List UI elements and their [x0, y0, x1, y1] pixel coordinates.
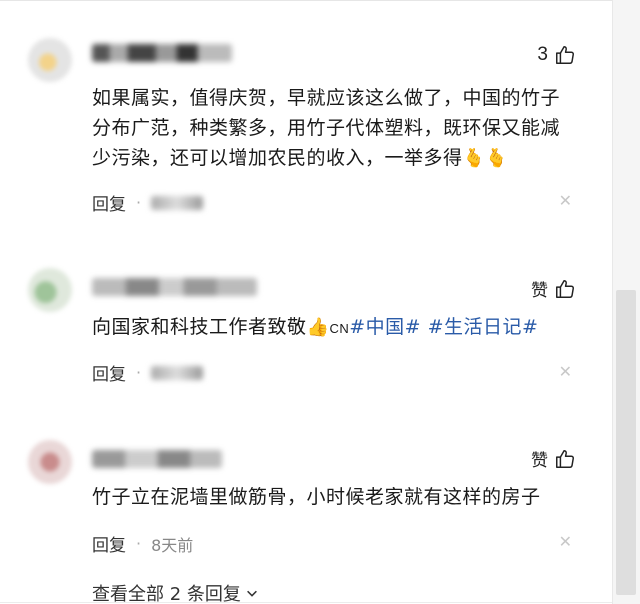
- reply-button[interactable]: 回复: [92, 360, 126, 385]
- comment-meta: 回复 · 8天前: [92, 531, 193, 556]
- top-divider: [0, 0, 640, 1]
- like-label: 赞: [531, 451, 548, 471]
- heart-hands-emoji: 🫰🫰: [462, 148, 509, 169]
- comment-text-body: 向国家和科技工作者致敬: [92, 316, 307, 338]
- avatar[interactable]: [28, 440, 72, 484]
- like-label: 赞: [531, 281, 548, 301]
- close-icon[interactable]: ✕: [559, 191, 572, 210]
- separator-dot: ·: [136, 534, 142, 553]
- thumbs-up-icon: [556, 449, 574, 468]
- comment-text: 如果属实，值得庆贺，早就应该这么做了，中国的竹子分布广范，种类繁多，用竹子代体塑…: [92, 83, 572, 174]
- close-icon[interactable]: ✕: [559, 362, 572, 381]
- hashtag-link[interactable]: #中国#: [349, 316, 421, 338]
- like-button[interactable]: 赞: [531, 446, 576, 471]
- avatar[interactable]: [28, 38, 72, 82]
- comment-item: 3 如果属实，值得庆贺，早就应该这么做了，中国的竹子分布广范，种类繁多，用竹子代…: [0, 30, 612, 230]
- hashtag-link[interactable]: #生活日记#: [428, 316, 539, 338]
- comment-item: 赞 向国家和科技工作者致敬👍CN#中国# #生活日记# 回复 · ✕: [0, 262, 612, 392]
- comment-meta: 回复 ·: [92, 190, 204, 215]
- reply-button[interactable]: 回复: [92, 531, 126, 556]
- username-blurred[interactable]: [92, 278, 257, 296]
- reply-button[interactable]: 回复: [92, 190, 126, 215]
- view-all-label: 查看全部 2 条回复: [92, 584, 241, 604]
- username-blurred[interactable]: [92, 450, 222, 468]
- username-blurred[interactable]: [92, 44, 232, 62]
- time-blurred: [151, 365, 204, 380]
- thumbs-up-icon: [556, 46, 574, 64]
- bottom-divider: [0, 602, 612, 603]
- thumbs-up-emoji: 👍: [306, 317, 330, 338]
- close-icon[interactable]: ✕: [559, 532, 572, 551]
- separator-dot: ·: [136, 193, 142, 212]
- thumbs-up-icon: [556, 279, 574, 298]
- time-blurred: [151, 195, 204, 210]
- cn-label: CN: [329, 321, 350, 336]
- scrollbar-thumb[interactable]: [616, 290, 636, 595]
- comment-meta: 回复 ·: [92, 360, 204, 385]
- comment-time: 8天前: [151, 535, 194, 555]
- separator-dot: ·: [136, 363, 142, 382]
- avatar[interactable]: [28, 268, 72, 312]
- chevron-down-icon: [246, 590, 257, 597]
- comment-item: 赞 竹子立在泥墙里做筋骨，小时候老家就有这样的房子 回复 · 8天前 ✕: [0, 432, 612, 562]
- like-count: 3: [537, 44, 548, 65]
- view-all-replies-link[interactable]: 查看全部 2 条回复: [92, 580, 259, 604]
- comment-text: 向国家和科技工作者致敬👍CN#中国# #生活日记#: [92, 312, 572, 344]
- like-button[interactable]: 赞: [531, 276, 576, 301]
- comment-text: 竹子立在泥墙里做筋骨，小时候老家就有这样的房子: [92, 486, 541, 508]
- like-button[interactable]: 3: [537, 44, 576, 66]
